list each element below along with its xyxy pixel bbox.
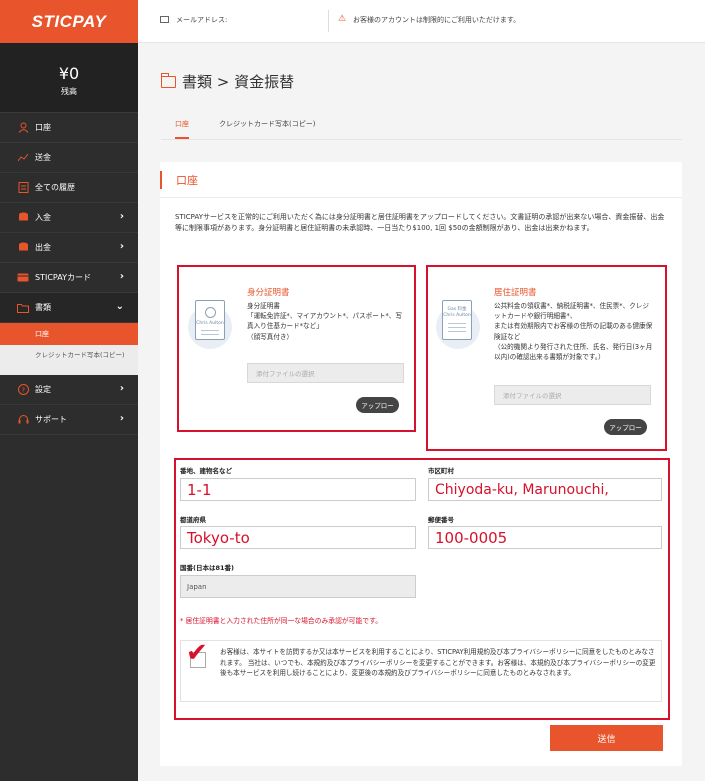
prefecture-label: 都道府県: [180, 516, 206, 524]
submit-button[interactable]: 送信: [550, 725, 663, 751]
warning-icon: ⚠: [338, 14, 347, 24]
sidebar-item-account[interactable]: 口座: [0, 113, 138, 143]
chevron-right-icon: ›: [119, 241, 124, 252]
street-label: 番地、建物名など: [180, 467, 232, 475]
balance-amount: ¥0: [58, 64, 80, 83]
sidebar-item-transfer[interactable]: 送金: [0, 143, 138, 173]
zip-label: 郵便番号: [428, 516, 454, 524]
logo-bar: STICPAY: [0, 0, 138, 43]
line: [448, 327, 466, 328]
sidebar-item-label: 書類: [35, 303, 51, 312]
agreement-text: お客様は、本サイトを訪問するか又は本サービスを利用することにより、STICPAY…: [220, 648, 656, 678]
card-icon: [17, 272, 29, 284]
prefecture-input[interactable]: Tokyo-to: [180, 526, 416, 549]
list-icon: [17, 182, 29, 194]
database-icon: [17, 242, 29, 254]
chevron-down-icon: ⌄: [115, 301, 124, 312]
sidebar-item-settings[interactable]: ? 設定 ›: [0, 375, 138, 405]
residence-doc-title: 居住証明書: [494, 288, 537, 298]
residence-file-select[interactable]: 添付ファイルの選択: [494, 385, 651, 405]
account-warning: お客様のアカウントは制限的にご利用いただけます。: [353, 16, 521, 24]
zip-input[interactable]: 100-0005: [428, 526, 662, 549]
sidebar-item-label: 入金: [35, 213, 51, 222]
residence-upload-button[interactable]: アップロー: [604, 419, 647, 435]
divider: [328, 10, 329, 32]
verification-notice: STICPAYサービスを正常的にご利用いただく為には身分証明書と居住証明書をアッ…: [175, 213, 665, 232]
card-title: 口座: [176, 173, 198, 187]
tab-bar: 口座 クレジットカード写本(コピー): [161, 112, 682, 140]
sidebar-item-label: 全ての履歴: [35, 183, 75, 192]
user-icon: [17, 122, 29, 134]
balance-label: 残高: [61, 87, 77, 96]
id-doc-description: 身分証明書 「運転免許証*、マイアカウント*、パスポート*、写真入り住基カード*…: [247, 302, 402, 341]
line: [201, 330, 219, 331]
subnav-item-credit-card-copy[interactable]: クレジットカード写本(コピー): [0, 345, 138, 375]
sidebar-item-label: 送金: [35, 153, 51, 162]
address-note: * 居住証明書と入力された住所が同一な場合のみ承認が可能です。: [180, 617, 382, 625]
sidebar-item-label: 口座: [35, 123, 51, 132]
id-card-name: Chris Aulton: [196, 321, 224, 326]
residence-doc-description: 公共料金の領収書*、納税証明書*、住民票*、クレジットカードや銀行明細書*、 ま…: [494, 302, 653, 362]
subnav-item-account[interactable]: 口座: [0, 323, 138, 345]
sidebar-item-deposit[interactable]: 入金 ›: [0, 203, 138, 233]
street-input[interactable]: 1-1: [180, 478, 416, 501]
svg-text:?: ?: [21, 386, 25, 394]
chevron-right-icon: ›: [119, 211, 124, 222]
sidebar-item-withdraw[interactable]: 出金 ›: [0, 233, 138, 263]
question-icon: ?: [17, 384, 29, 396]
id-file-select[interactable]: 添付ファイルの選択: [247, 363, 404, 383]
line: [448, 331, 466, 332]
chart-icon: [17, 152, 29, 164]
mail-icon: [160, 16, 169, 23]
page-title: 書類 > 資金振替: [160, 71, 295, 92]
id-doc-title: 身分証明書: [247, 288, 290, 298]
tab-account[interactable]: 口座: [175, 119, 189, 139]
sidebar-item-documents[interactable]: 書類 ⌄: [0, 293, 138, 323]
accent-bar: [160, 170, 162, 189]
line: [201, 334, 219, 335]
bill-label: Gas 料金: [447, 307, 467, 312]
face-icon: [205, 307, 216, 318]
folder-icon: [160, 72, 176, 88]
city-label: 市区町村: [428, 467, 454, 475]
chevron-right-icon: ›: [119, 413, 124, 424]
chevron-right-icon: ›: [119, 383, 124, 394]
sidebar-item-label: 出金: [35, 243, 51, 252]
sticpay-logo[interactable]: STICPAY: [32, 12, 107, 32]
database-icon: [17, 212, 29, 224]
chevron-right-icon: ›: [119, 271, 124, 282]
id-card-icon: Chris Aulton: [195, 300, 225, 340]
sidebar-item-label: サポート: [35, 415, 67, 424]
bill-name: Chris Aulton: [443, 313, 471, 318]
id-upload-button[interactable]: アップロー: [356, 397, 399, 413]
page-title-text: 書類 > 資金振替: [182, 73, 295, 91]
country-label: 国番(日本は81番): [180, 564, 234, 572]
sidebar: STICPAY ¥0 残高 口座 送金 全ての履歴 入金 › 出金 › STIC…: [0, 0, 138, 781]
tab-credit-card-copy[interactable]: クレジットカード写本(コピー): [219, 119, 315, 129]
card-header: 口座: [160, 162, 682, 198]
headset-icon: [17, 414, 29, 426]
sidebar-item-history[interactable]: 全ての履歴: [0, 173, 138, 203]
sidebar-item-support[interactable]: サポート ›: [0, 405, 138, 435]
email-label: メールアドレス:: [176, 16, 228, 24]
bill-document-icon: Gas 料金 Chris Aulton: [442, 300, 472, 340]
sidebar-item-label: 設定: [35, 385, 51, 394]
city-input[interactable]: Chiyoda-ku, Marunouchi,: [428, 478, 662, 501]
folder-icon: [17, 302, 29, 314]
country-input[interactable]: Japan: [180, 575, 416, 598]
top-bar: メールアドレス: ⚠ お客様のアカウントは制限的にご利用いただけます。: [138, 0, 705, 43]
sidebar-item-card[interactable]: STICPAYカード ›: [0, 263, 138, 293]
sidebar-item-label: STICPAYカード: [35, 273, 91, 282]
line: [448, 323, 466, 324]
balance-panel: ¥0 残高: [0, 43, 138, 113]
check-icon: ✔: [186, 638, 208, 668]
